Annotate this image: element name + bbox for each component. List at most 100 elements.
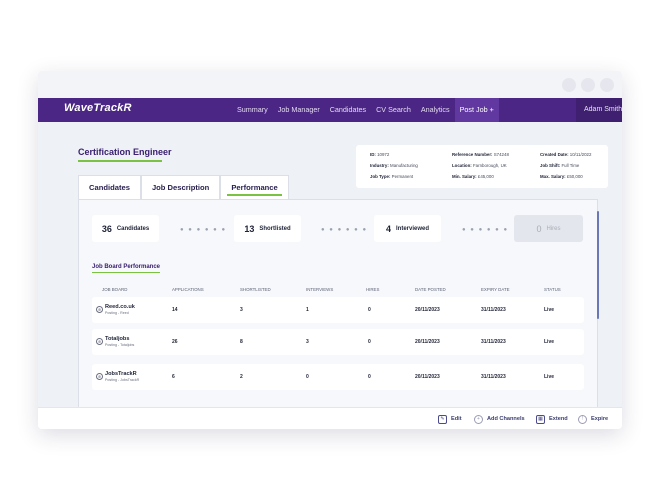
col-header-job-board: Job Board bbox=[102, 287, 128, 292]
stat-shortlisted-label: Shortlisted bbox=[259, 225, 291, 232]
nav-item-job-manager[interactable]: Job Manager bbox=[273, 98, 325, 122]
cell-hires: 0 bbox=[368, 374, 371, 380]
action-footer: ✎ Edit + Add Channels ▦ Extend ! Expire bbox=[38, 407, 622, 429]
edit-button-label: Edit bbox=[451, 416, 462, 422]
panel-scrollbar[interactable] bbox=[597, 211, 599, 319]
section-underline bbox=[92, 272, 160, 273]
cell-hires: 0 bbox=[368, 339, 371, 345]
info-created-date: Created Date: 10/11/2022 bbox=[540, 152, 592, 157]
cell-applications: 14 bbox=[172, 307, 178, 313]
info-id: ID: 10972 bbox=[370, 152, 390, 157]
cell-shortlisted: 3 bbox=[240, 307, 243, 313]
info-industry: Industry: Manufacturing bbox=[370, 163, 418, 168]
info-job-shift: Job Shift: Full Time bbox=[540, 163, 580, 168]
col-header-status: Status bbox=[544, 287, 561, 292]
col-header-applications: Applications bbox=[172, 287, 204, 292]
add-channels-button[interactable]: + Add Channels bbox=[474, 413, 525, 425]
job-title-underline bbox=[78, 160, 162, 162]
cell-applications: 6 bbox=[172, 374, 175, 380]
top-navbar: WaveTrackR Summary Job Manager Candidate… bbox=[38, 98, 622, 122]
cell-expiry-date: 31/11/2023 bbox=[481, 307, 506, 313]
cell-status: Live bbox=[544, 339, 555, 345]
window-minimize-button[interactable] bbox=[562, 78, 576, 92]
info-max-salary: Max. Salary: £50,000 bbox=[540, 174, 583, 179]
nav-item-analytics[interactable]: Analytics bbox=[416, 98, 455, 122]
stat-interviewed-label: Interviewed bbox=[396, 225, 430, 232]
cell-hires: 0 bbox=[368, 307, 371, 313]
add-channels-button-label: Add Channels bbox=[487, 416, 525, 422]
info-location: Location: Farnborough, UK bbox=[452, 163, 507, 168]
cell-expiry-date: 31/11/2023 bbox=[481, 339, 506, 345]
job-board-name: JobsTrackR bbox=[105, 371, 137, 377]
info-min-salary: Min. Salary: £45,000 bbox=[452, 174, 494, 179]
extend-button-label: Extend bbox=[549, 416, 568, 422]
cell-shortlisted: 2 bbox=[240, 374, 243, 380]
cell-interviews: 0 bbox=[306, 374, 309, 380]
expire-button-label: Expire bbox=[591, 416, 609, 422]
add-icon: + bbox=[474, 414, 483, 424]
nav-item-post-job[interactable]: Post Job + bbox=[454, 98, 499, 122]
stat-connector-dots: ● ● ● ● ● ● bbox=[462, 227, 509, 233]
tab-job-description[interactable]: Job Description bbox=[140, 175, 221, 199]
globe-icon: ⊕ bbox=[96, 373, 103, 380]
window-close-button[interactable] bbox=[600, 78, 614, 92]
stat-interviewed[interactable]: 4 Interviewed bbox=[374, 215, 441, 242]
col-header-date-posted: Date Posted bbox=[415, 287, 446, 292]
edit-icon: ✎ bbox=[438, 414, 447, 424]
window-maximize-button[interactable] bbox=[581, 78, 595, 92]
cell-interviews: 1 bbox=[306, 307, 309, 313]
expire-button[interactable]: ! Expire bbox=[578, 413, 608, 425]
nav-item-candidates[interactable]: Candidates bbox=[325, 98, 371, 122]
tab-candidates[interactable]: Candidates bbox=[78, 175, 141, 199]
window-titlebar bbox=[38, 71, 622, 98]
stat-shortlisted-count: 13 bbox=[244, 223, 255, 234]
warning-icon: ! bbox=[578, 414, 587, 424]
app-logo[interactable]: WaveTrackR bbox=[64, 102, 132, 114]
cell-interviews: 3 bbox=[306, 339, 309, 345]
job-board-posting: Posting - JobsTrackR bbox=[105, 378, 140, 382]
globe-icon: ⊕ bbox=[96, 338, 103, 345]
app-window: WaveTrackR Summary Job Manager Candidate… bbox=[38, 71, 622, 429]
cell-status: Live bbox=[544, 307, 555, 313]
calendar-icon: ▦ bbox=[536, 414, 545, 424]
col-header-interviews: Interviews bbox=[306, 287, 334, 292]
cell-expiry-date: 31/11/2023 bbox=[481, 374, 506, 380]
cell-date-posted: 20/11/2023 bbox=[415, 339, 440, 345]
stat-shortlisted[interactable]: 13 Shortlisted bbox=[234, 215, 301, 242]
job-board-name: Reed.co.uk bbox=[105, 304, 135, 310]
stat-interviewed-count: 4 bbox=[385, 223, 391, 234]
extend-button[interactable]: ▦ Extend bbox=[536, 413, 568, 425]
job-board-name: Totaljobs bbox=[105, 336, 130, 342]
col-header-expiry-date: Expiry Date bbox=[481, 287, 510, 292]
stat-candidates[interactable]: 36 Candidates bbox=[92, 215, 159, 242]
job-board-posting: Posting - Reed bbox=[105, 311, 129, 315]
info-job-type: Job Type: Permanent bbox=[370, 174, 414, 179]
user-menu[interactable]: Adam Smith bbox=[576, 98, 622, 122]
col-header-shortlisted: Shortlisted bbox=[240, 287, 271, 292]
stat-hires[interactable]: 0 Hires bbox=[514, 215, 583, 242]
job-title: Certification Engineer bbox=[78, 147, 172, 157]
stat-connector-dots: ● ● ● ● ● ● bbox=[180, 227, 227, 233]
table-row[interactable]: ⊕ Reed.co.uk Posting - Reed 14 3 1 0 20/… bbox=[92, 297, 584, 323]
stat-hires-label: Hires bbox=[546, 225, 561, 232]
stat-hires-count: 0 bbox=[536, 223, 542, 234]
cell-date-posted: 20/11/2023 bbox=[415, 307, 440, 313]
job-tabs: Candidates Job Description Performance bbox=[78, 175, 289, 199]
nav-item-summary[interactable]: Summary bbox=[232, 98, 273, 122]
globe-icon: ⊕ bbox=[96, 306, 103, 313]
nav-menu: Summary Job Manager Candidates CV Search… bbox=[232, 98, 499, 122]
job-board-posting: Posting - Totaljobs bbox=[105, 343, 135, 347]
cell-applications: 26 bbox=[172, 339, 178, 345]
table-row[interactable]: ⊕ JobsTrackR Posting - JobsTrackR 6 2 0 … bbox=[92, 364, 584, 390]
job-info-card: ID: 10972 Reference Number: S74248 Creat… bbox=[356, 145, 608, 188]
tab-performance[interactable]: Performance bbox=[220, 175, 289, 199]
cell-shortlisted: 8 bbox=[240, 339, 243, 345]
nav-item-cv-search[interactable]: CV Search bbox=[371, 98, 416, 122]
cell-status: Live bbox=[544, 374, 555, 380]
stat-connector-dots: ● ● ● ● ● ● bbox=[321, 227, 368, 233]
stat-candidates-label: Candidates bbox=[116, 225, 150, 232]
stat-candidates-count: 36 bbox=[101, 223, 112, 234]
edit-button[interactable]: ✎ Edit bbox=[438, 413, 462, 425]
table-row[interactable]: ⊕ Totaljobs Posting - Totaljobs 26 8 3 0… bbox=[92, 329, 584, 355]
cell-date-posted: 20/11/2023 bbox=[415, 374, 440, 380]
